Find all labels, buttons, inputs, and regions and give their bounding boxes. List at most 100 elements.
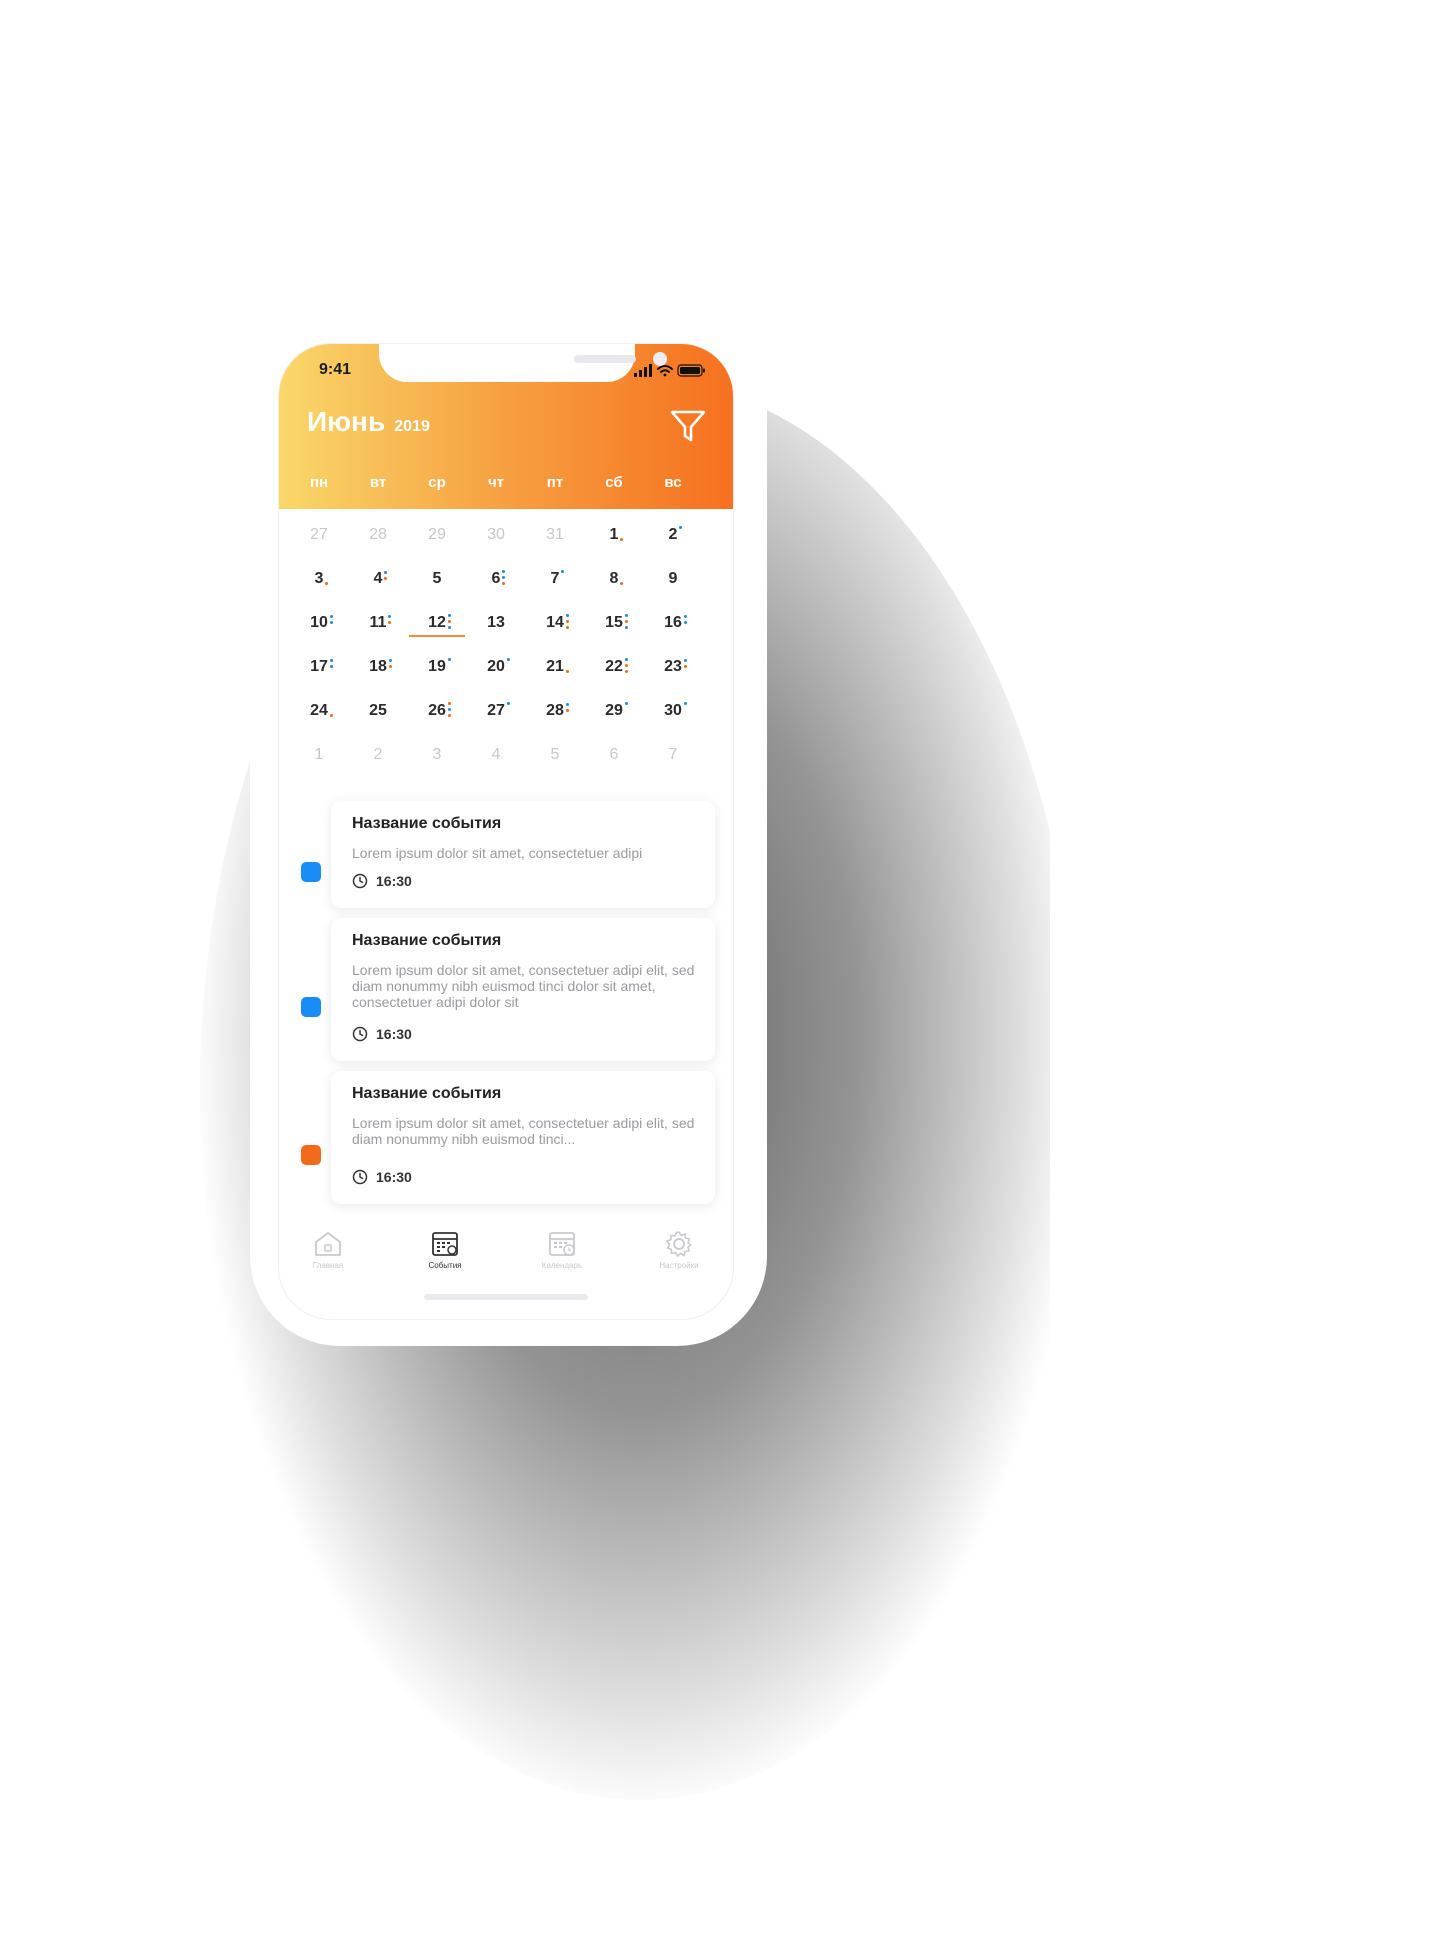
- calendar-day[interactable]: 22: [586, 652, 642, 682]
- calendar-day[interactable]: 29: [586, 696, 642, 726]
- calendar-day[interactable]: 7: [527, 564, 583, 594]
- calendar-day-number: 27: [487, 696, 510, 726]
- calendar-day-number: 3: [315, 564, 329, 594]
- event-dots: [624, 612, 629, 634]
- calendar-day[interactable]: 6: [586, 740, 642, 770]
- calendar-day-number: 28: [369, 526, 387, 543]
- calendar-day[interactable]: 27: [291, 520, 347, 550]
- event-dot: [447, 658, 451, 661]
- event-dot: [624, 626, 628, 629]
- event-card[interactable]: Название события Lorem ipsum dolor sit a…: [331, 801, 715, 908]
- event-dot: [384, 571, 388, 574]
- event-dot: [506, 702, 510, 705]
- calendar-day-number: 16: [664, 608, 687, 638]
- calendar-day-number: 6: [609, 746, 619, 763]
- calendar-day-number: 14: [546, 608, 569, 638]
- tab-events[interactable]: События: [400, 1229, 490, 1270]
- calendar-day[interactable]: 20: [468, 652, 524, 682]
- event-dots: [624, 656, 629, 678]
- calendar-day[interactable]: 28: [527, 696, 583, 726]
- tab-settings[interactable]: Настройки: [634, 1229, 724, 1270]
- calendar-day[interactable]: 5: [409, 564, 465, 594]
- calendar-day-number: 3: [432, 746, 442, 763]
- weekday-wed: ср: [428, 474, 446, 491]
- calendar-day[interactable]: 6: [468, 564, 524, 594]
- calendar-day[interactable]: 15: [586, 608, 642, 638]
- event-dot: [683, 665, 687, 668]
- event-dot: [502, 582, 506, 585]
- calendar-day[interactable]: 17: [291, 652, 347, 682]
- calendar-day[interactable]: 1: [291, 740, 347, 770]
- calendar-day-number: 11: [370, 608, 392, 638]
- calendar-day[interactable]: 26: [409, 696, 465, 726]
- calendar-day[interactable]: 19: [409, 652, 465, 682]
- event-dot: [447, 702, 451, 705]
- event-dot: [447, 714, 451, 717]
- event-dots: [447, 612, 452, 634]
- calendar-day-number: 9: [668, 570, 678, 587]
- calendar-day[interactable]: 7: [645, 740, 701, 770]
- calendar-day[interactable]: 12: [409, 608, 465, 638]
- event-title: Название события: [352, 932, 502, 949]
- wifi-icon: [657, 365, 673, 377]
- calendar-day[interactable]: 8: [586, 564, 642, 594]
- event-card[interactable]: Название события Lorem ipsum dolor sit a…: [331, 1071, 715, 1204]
- calendar-day[interactable]: 11: [350, 608, 406, 638]
- event-dots: [624, 700, 629, 722]
- calendar-day[interactable]: 30: [468, 520, 524, 550]
- weekday-fri: пт: [546, 474, 564, 491]
- calendar-day[interactable]: 16: [645, 608, 701, 638]
- calendar-day[interactable]: 3: [409, 740, 465, 770]
- event-dot: [447, 620, 451, 623]
- calendar-day[interactable]: 30: [645, 696, 701, 726]
- calendar-day[interactable]: 9: [645, 564, 701, 594]
- calendar-day[interactable]: 14: [527, 608, 583, 638]
- speaker: [574, 355, 636, 363]
- event-dots: [565, 612, 570, 634]
- tab-settings-label: Настройки: [659, 1261, 699, 1270]
- calendar-day-number: 17: [310, 652, 333, 682]
- tab-home[interactable]: Главная: [283, 1229, 373, 1270]
- filter-icon[interactable]: [668, 406, 708, 446]
- calendar-day[interactable]: 25: [350, 696, 406, 726]
- calendar-day[interactable]: 23: [645, 652, 701, 682]
- event-card[interactable]: Название события Lorem ipsum dolor sit a…: [331, 918, 715, 1061]
- tab-calendar[interactable]: Календарь: [517, 1229, 607, 1270]
- calendar-day-number: 1: [610, 520, 624, 550]
- event-dot: [329, 665, 333, 668]
- year-label: 2019: [394, 418, 430, 435]
- event-dot: [679, 526, 683, 529]
- calendar-day-number: 4: [491, 746, 501, 763]
- calendar-day[interactable]: 24: [291, 696, 347, 726]
- calendar-day[interactable]: 2: [350, 740, 406, 770]
- calendar-clock-icon: [549, 1232, 575, 1256]
- calendar-day[interactable]: 10: [291, 608, 347, 638]
- calendar-day[interactable]: 13: [468, 608, 524, 638]
- calendar-day[interactable]: 28: [350, 520, 406, 550]
- calendar-day[interactable]: 31: [527, 520, 583, 550]
- event-color-marker: [301, 997, 321, 1017]
- event-dots: [502, 568, 506, 590]
- event-description: Lorem ipsum dolor sit amet, consectetuer…: [352, 962, 695, 1010]
- calendar-day[interactable]: 18: [350, 652, 406, 682]
- calendar-day[interactable]: 1: [586, 520, 642, 550]
- calendar-day[interactable]: 29: [409, 520, 465, 550]
- calendar-day[interactable]: 2: [645, 520, 701, 550]
- calendar-day[interactable]: 4: [350, 564, 406, 594]
- calendar-day[interactable]: 4: [468, 740, 524, 770]
- calendar-day[interactable]: 3: [291, 564, 347, 594]
- calendar-day[interactable]: 5: [527, 740, 583, 770]
- event-color-marker: [301, 1145, 321, 1165]
- calendar-day-number: 5: [550, 746, 560, 763]
- calendar-day[interactable]: 27: [468, 696, 524, 726]
- calendar-day-number: 31: [546, 526, 564, 543]
- event-dot: [329, 659, 333, 662]
- home-indicator[interactable]: [424, 1294, 588, 1300]
- event-time-value: 16:30: [376, 1169, 412, 1185]
- event-description: Lorem ipsum dolor sit amet, consectetuer…: [352, 1115, 695, 1147]
- calendar-day[interactable]: 21: [527, 652, 583, 682]
- calendar-day-number: 6: [492, 564, 506, 594]
- event-dot: [624, 702, 628, 705]
- events-calendar-icon: [432, 1232, 458, 1256]
- event-time: 16:30: [352, 1026, 412, 1044]
